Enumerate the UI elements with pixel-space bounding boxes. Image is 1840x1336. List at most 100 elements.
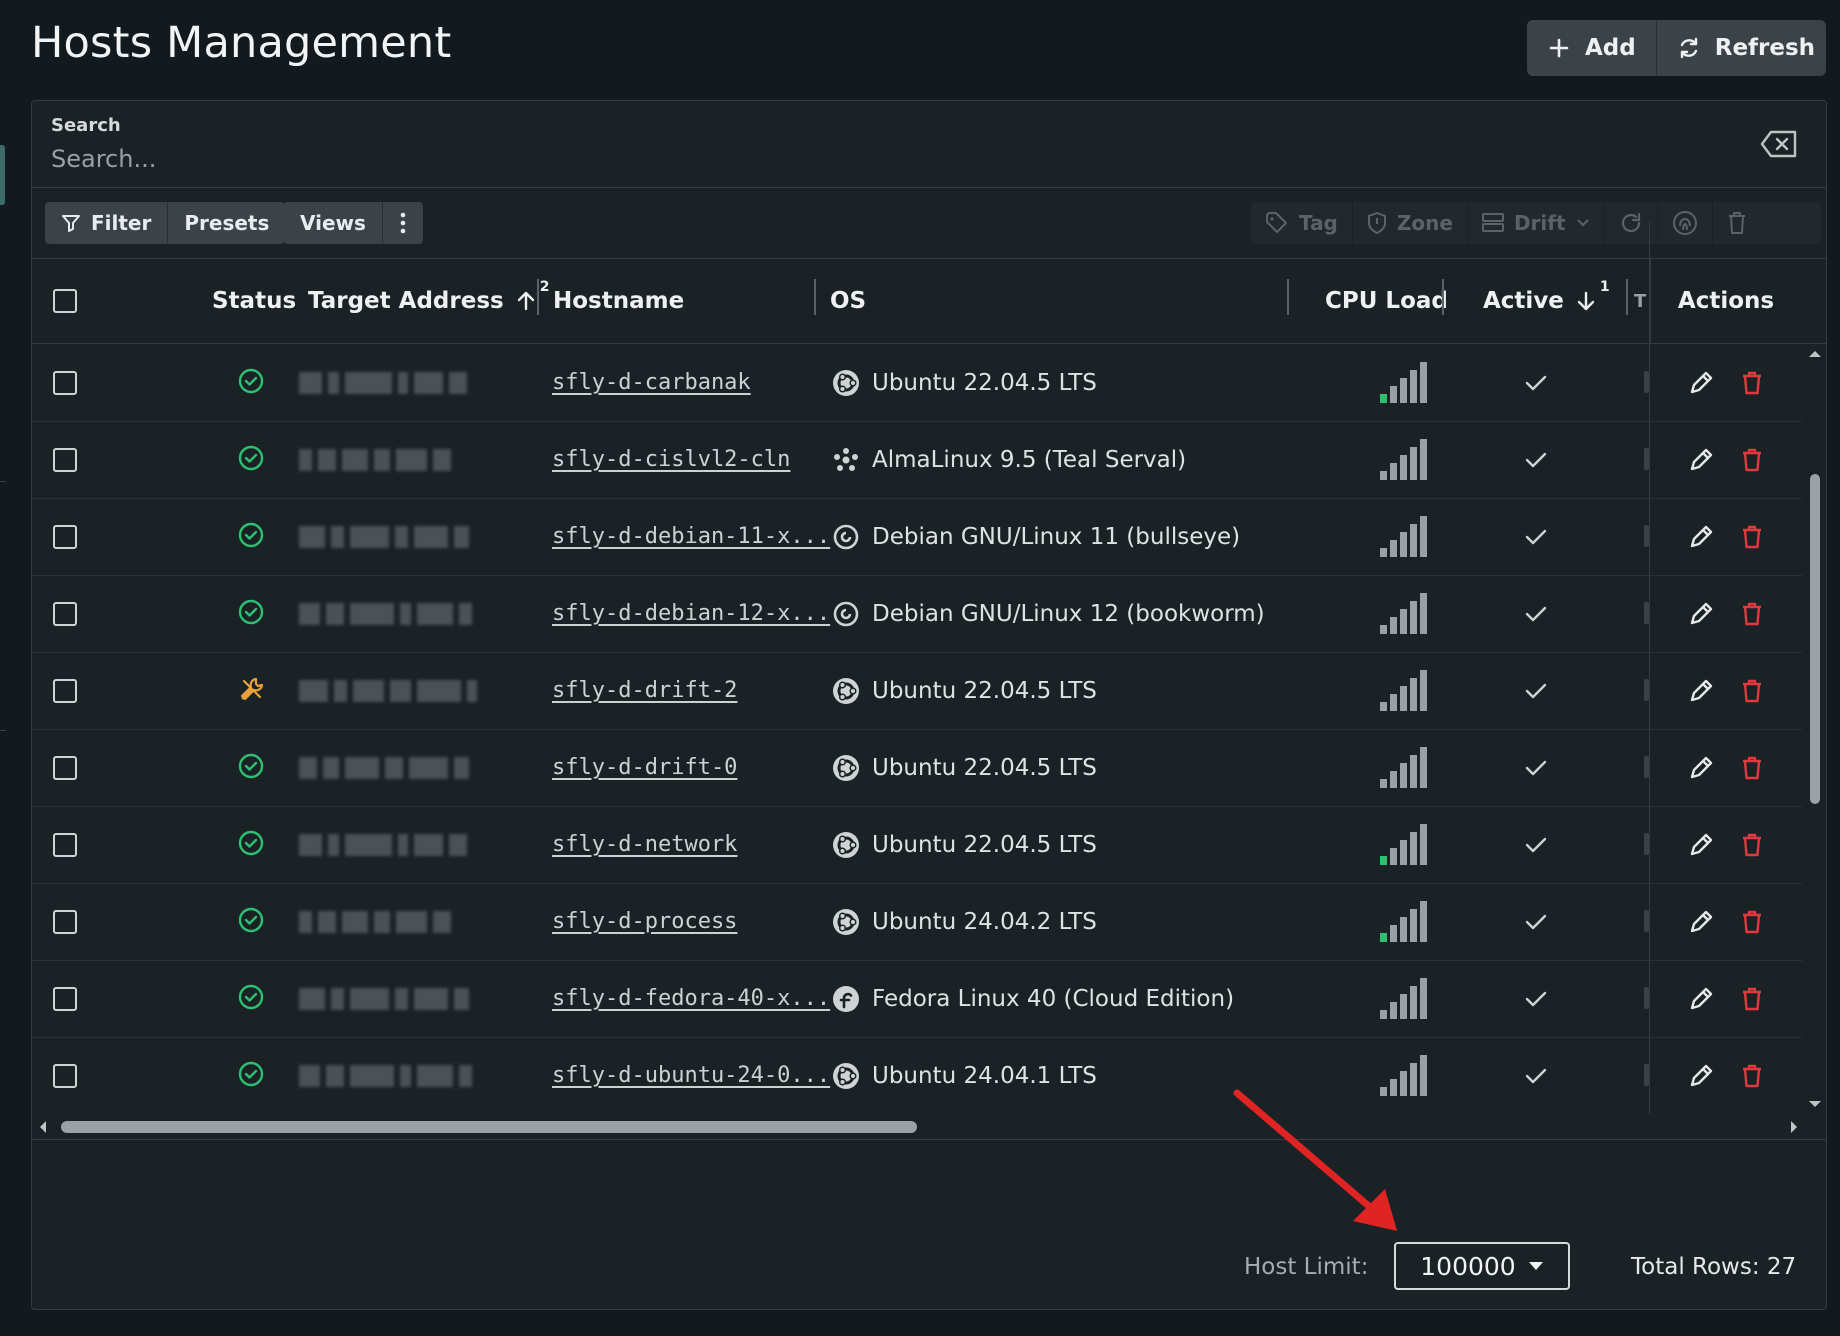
presets-button[interactable]: Presets [167, 202, 285, 244]
drift-button[interactable]: Drift [1466, 202, 1604, 244]
row-checkbox[interactable] [53, 601, 77, 626]
edit-pencil-icon[interactable] [1688, 601, 1714, 627]
hostname-link[interactable]: sfly-d-process [552, 909, 737, 934]
edit-pencil-icon[interactable] [1688, 447, 1714, 473]
truncated-column-cell [1644, 679, 1649, 701]
delete-trash-icon[interactable] [1741, 524, 1763, 550]
refresh-icon [1680, 37, 1697, 59]
hostname-link[interactable]: sfly-d-cislvl2-cln [552, 447, 790, 472]
row-checkbox[interactable] [53, 909, 77, 934]
hostname-link[interactable]: sfly-d-network [552, 832, 737, 857]
delete-trash-icon[interactable] [1741, 447, 1763, 473]
edit-pencil-icon[interactable] [1688, 1063, 1714, 1089]
row-checkbox[interactable] [53, 1063, 77, 1088]
truncated-column-cell [1644, 910, 1649, 932]
views-button[interactable]: Views [284, 202, 382, 244]
truncated-header-label: T [1634, 290, 1647, 312]
status-maintenance-icon [238, 675, 266, 707]
table-row[interactable]: sfly-d-debian-11-x... Debian GNU/Linux 11… [32, 498, 1802, 576]
edit-pencil-icon[interactable] [1688, 370, 1714, 396]
bulk-delete-button[interactable] [1711, 202, 1761, 244]
column-header-target-address[interactable]: Target Address 2 [308, 259, 549, 343]
row-checkbox[interactable] [53, 370, 77, 395]
cpu-bar [1400, 993, 1407, 1019]
more-options-button[interactable] [381, 202, 423, 244]
filter-label: Filter [91, 211, 152, 235]
zone-button[interactable]: Zone [1351, 202, 1467, 244]
select-all-checkbox[interactable] [53, 289, 77, 313]
cpu-bar [1400, 608, 1407, 634]
hostname-link[interactable]: sfly-d-carbanak [552, 370, 751, 395]
delete-trash-icon[interactable] [1741, 986, 1763, 1012]
add-button[interactable]: Add [1527, 20, 1656, 76]
target-address-cell [299, 421, 452, 498]
hostname-link[interactable]: sfly-d-drift-0 [552, 755, 737, 780]
delete-trash-icon[interactable] [1741, 1063, 1763, 1089]
table-row[interactable]: sfly-d-fedora-40-x... Fedora Linux 40 (Cl… [32, 960, 1802, 1038]
cpu-load-bars [1380, 900, 1427, 942]
table-row[interactable]: sfly-d-ubuntu-24-0... Ubuntu 24.04.1 LTS [32, 1037, 1802, 1114]
table-row[interactable]: sfly-d-carbanak Ubuntu 22.04.5 LTS [32, 344, 1802, 422]
table-row[interactable]: sfly-d-cislvl2-cln AlmaLinux 9.5 (Teal Se… [32, 421, 1802, 499]
horizontal-scroll-thumb[interactable] [61, 1121, 917, 1133]
vertical-scroll-thumb[interactable] [1810, 474, 1820, 804]
delete-trash-icon[interactable] [1741, 832, 1763, 858]
column-resizer[interactable] [814, 279, 816, 315]
column-header-cpu-load[interactable]: CPU Load [1325, 259, 1448, 343]
status-ok-icon [238, 1061, 264, 1091]
edit-pencil-icon[interactable] [1688, 524, 1714, 550]
row-checkbox[interactable] [53, 524, 77, 549]
host-limit-select[interactable]: 100000 [1394, 1242, 1570, 1290]
table-row[interactable]: sfly-d-drift-0 Ubuntu 22.04.5 LTS [32, 729, 1802, 807]
delete-trash-icon[interactable] [1741, 678, 1763, 704]
column-resizer[interactable] [1442, 279, 1444, 315]
table-row[interactable]: sfly-d-process Ubuntu 24.04.2 LTS [32, 883, 1802, 961]
status-cell [238, 652, 266, 729]
clear-search-icon[interactable] [1760, 129, 1798, 159]
hostname-link[interactable]: sfly-d-fedora-40-x... [552, 986, 830, 1011]
hostname-link[interactable]: sfly-d-debian-12-x... [552, 601, 830, 626]
table-row[interactable]: sfly-d-network Ubuntu 22.04.5 LTS [32, 806, 1802, 884]
column-header-truncated[interactable]: T [1634, 259, 1646, 343]
column-header-status[interactable]: Status [212, 259, 296, 343]
table-row[interactable]: sfly-d-debian-12-x... Debian GNU/Linux 12… [32, 575, 1802, 653]
delete-trash-icon[interactable] [1741, 755, 1763, 781]
fingerprint-button[interactable] [1656, 202, 1712, 244]
horizontal-scrollbar[interactable] [32, 1115, 1826, 1139]
cpu-bar [1420, 823, 1427, 865]
filter-button[interactable]: Filter [45, 202, 167, 244]
rerun-button[interactable] [1603, 202, 1657, 244]
edit-pencil-icon[interactable] [1688, 678, 1714, 704]
edit-pencil-icon[interactable] [1688, 909, 1714, 935]
host-limit-value: 100000 [1420, 1251, 1516, 1281]
hostname-link[interactable]: sfly-d-debian-11-x... [552, 524, 830, 549]
refresh-button[interactable]: Refresh [1655, 20, 1826, 76]
cpu-load-bars [1380, 515, 1427, 557]
table-row[interactable]: sfly-d-drift-2 Ubuntu 22.04.5 LTS [32, 652, 1802, 730]
edit-pencil-icon[interactable] [1688, 986, 1714, 1012]
fingerprint-icon [1672, 211, 1697, 235]
column-resizer[interactable] [537, 279, 539, 315]
delete-trash-icon[interactable] [1741, 909, 1763, 935]
delete-trash-icon[interactable] [1741, 370, 1763, 396]
row-checkbox[interactable] [53, 986, 77, 1011]
edit-pencil-icon[interactable] [1688, 755, 1714, 781]
search-input[interactable] [49, 141, 1753, 177]
column-header-hostname[interactable]: Hostname [553, 259, 684, 343]
column-resizer[interactable] [1626, 279, 1628, 315]
column-header-active[interactable]: Active 1 [1483, 259, 1610, 343]
edit-pencil-icon[interactable] [1688, 832, 1714, 858]
row-checkbox[interactable] [53, 447, 77, 472]
os-name: Ubuntu 22.04.5 LTS [872, 831, 1097, 858]
delete-trash-icon[interactable] [1741, 601, 1763, 627]
hostname-link[interactable]: sfly-d-drift-2 [552, 678, 737, 703]
row-checkbox[interactable] [53, 755, 77, 780]
hostname-link[interactable]: sfly-d-ubuntu-24-0... [552, 1063, 830, 1088]
row-checkbox[interactable] [53, 832, 77, 857]
os-cell: Ubuntu 22.04.5 LTS [832, 652, 1097, 729]
row-checkbox[interactable] [53, 678, 77, 703]
vertical-scrollbar[interactable] [1805, 344, 1825, 1114]
column-resizer[interactable] [1287, 279, 1289, 315]
tag-button[interactable]: Tag [1251, 202, 1352, 244]
column-header-os[interactable]: OS [830, 259, 866, 343]
